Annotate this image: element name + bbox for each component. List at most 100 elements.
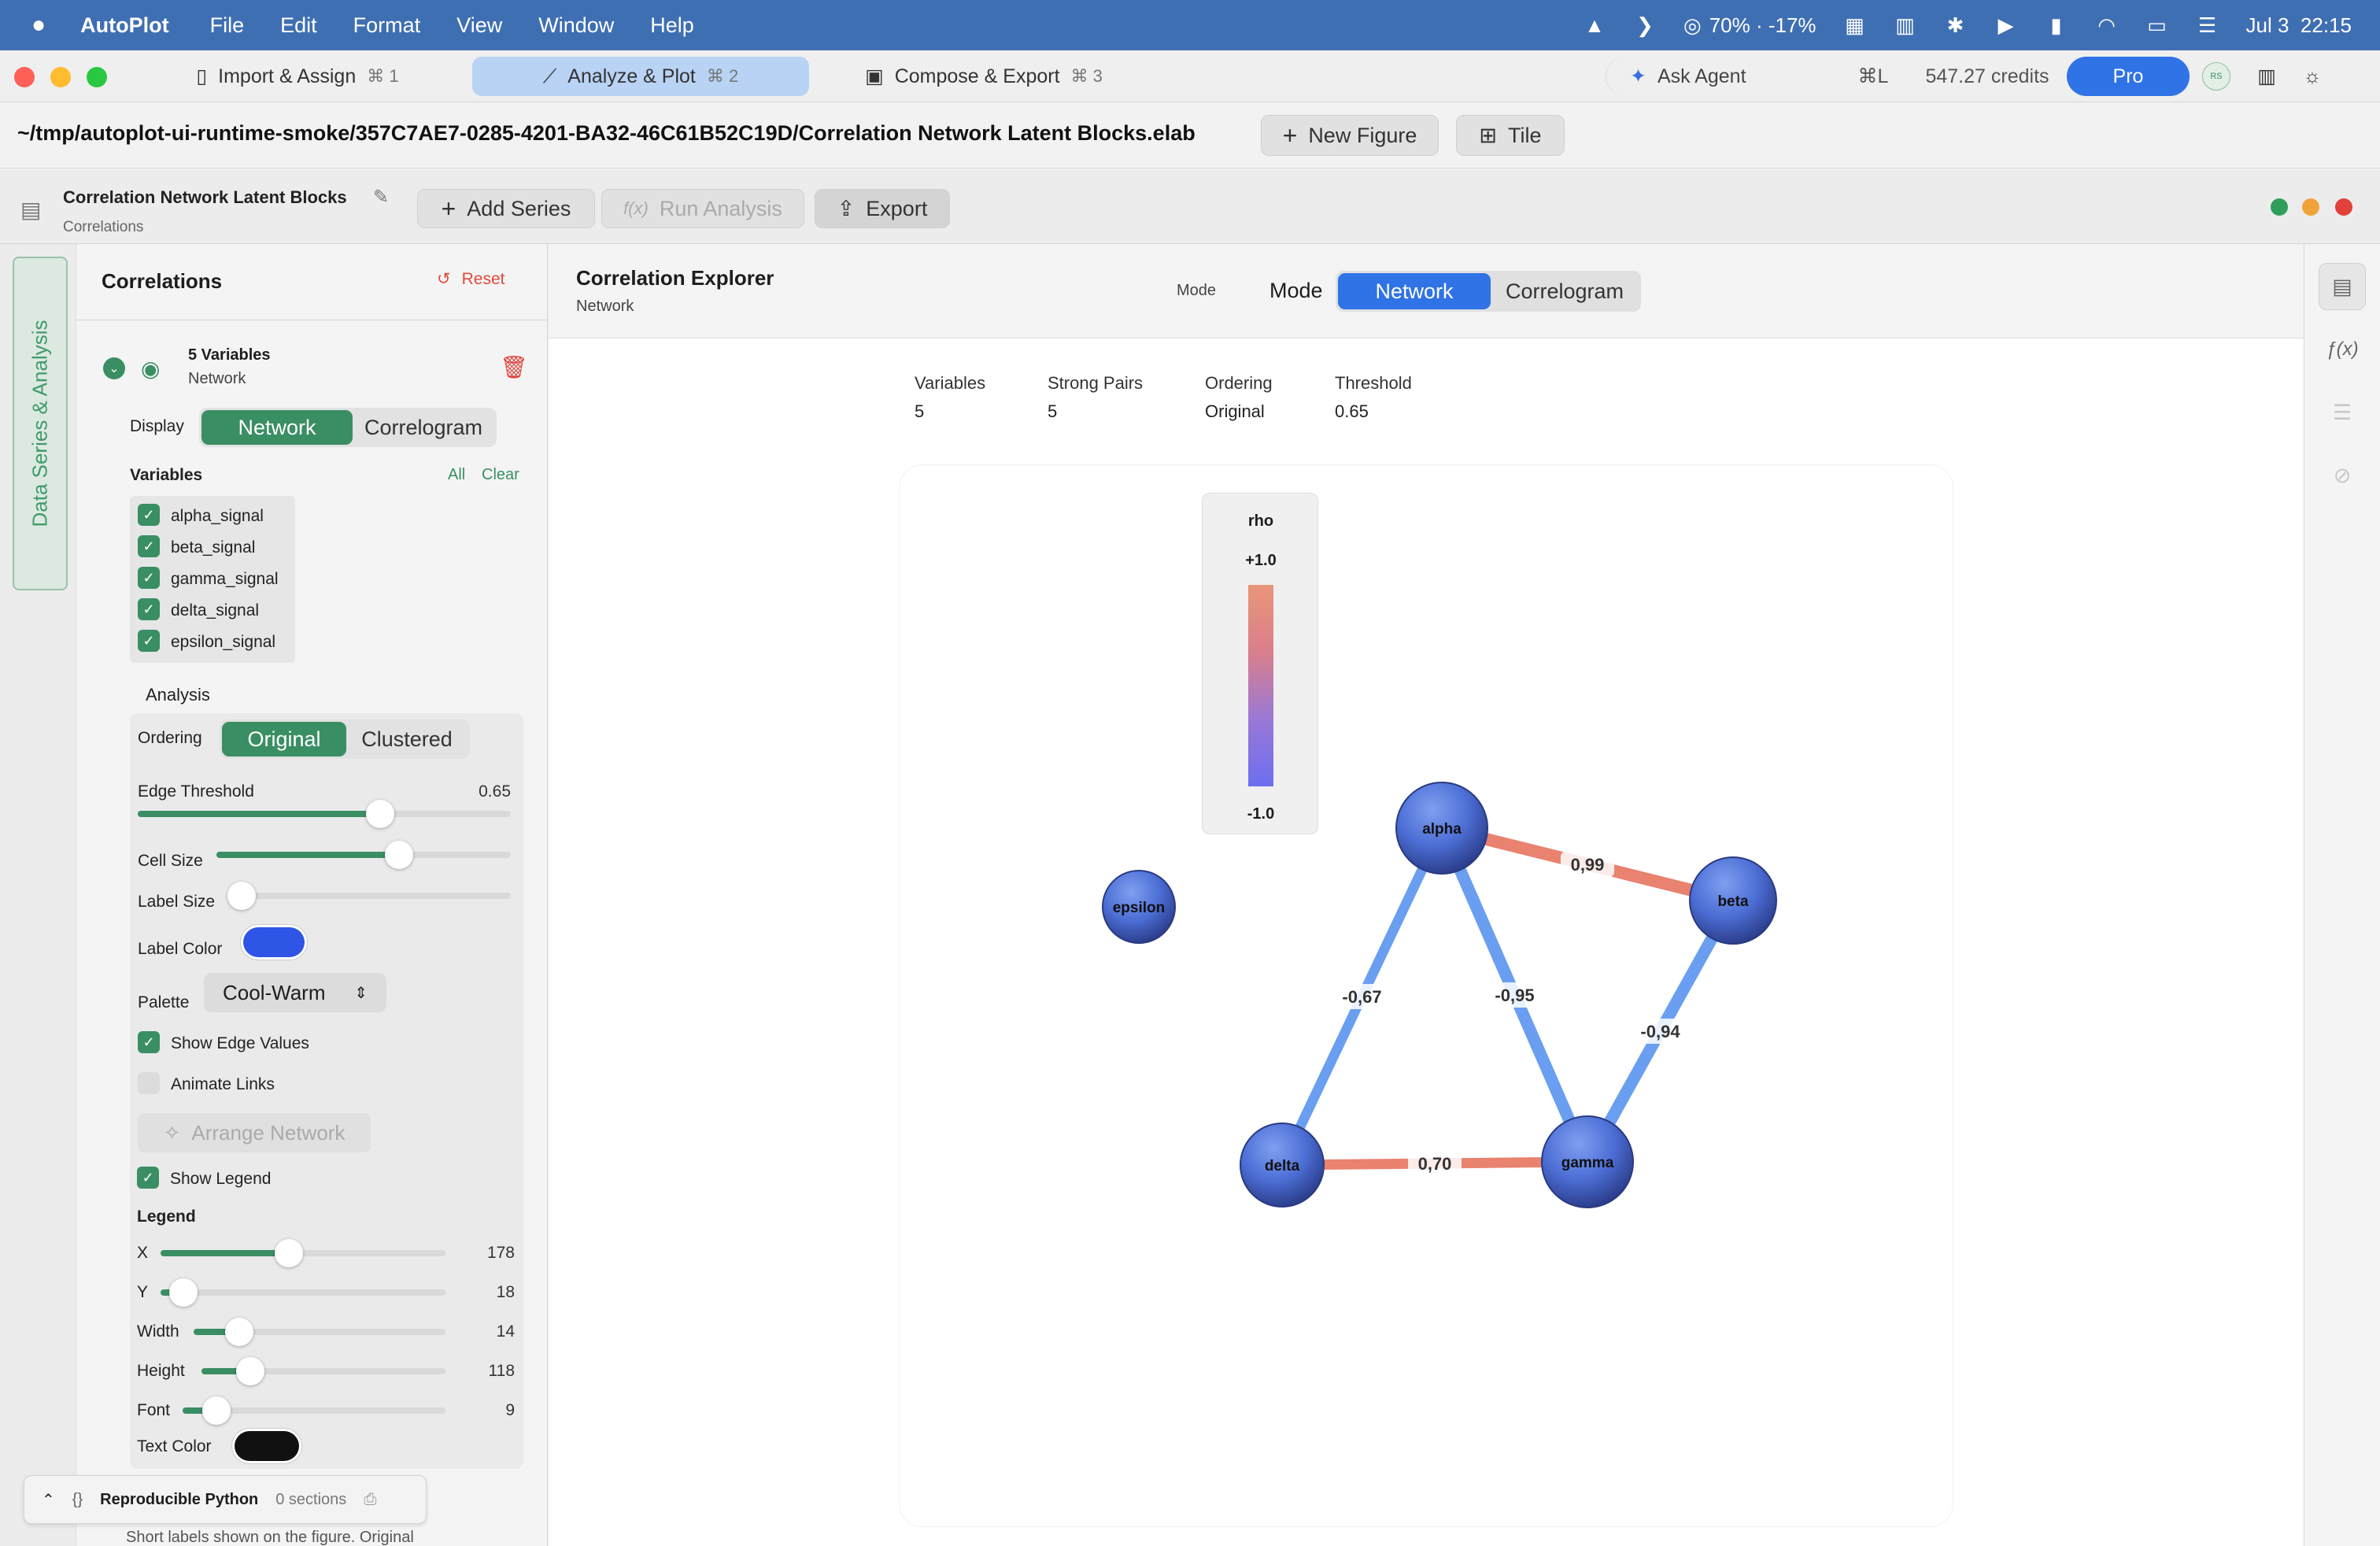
new-figure-button[interactable]: + New Figure	[1261, 115, 1439, 156]
credits-label: 547.27 credits	[1925, 65, 2049, 87]
brightness-icon[interactable]: ☼	[2298, 57, 2326, 96]
edge-threshold-slider[interactable]	[138, 800, 511, 828]
legend-param-slider[interactable]	[161, 1239, 445, 1267]
visibility-eye-icon[interactable]: ◉	[141, 356, 160, 382]
slider-knob[interactable]	[236, 1357, 264, 1385]
tab-import-assign[interactable]: ▯ Import & Assign ⌘ 1	[132, 57, 463, 96]
menu-help[interactable]: Help	[650, 13, 694, 38]
label-color-swatch	[243, 927, 305, 957]
display-network-option[interactable]: Network	[201, 410, 353, 445]
battery-stats[interactable]: ◎ 70% · -17%	[1683, 13, 1816, 38]
trash-icon[interactable]: 🗑	[500, 354, 528, 380]
text-color-well[interactable]	[231, 1428, 302, 1464]
legend-param-slider[interactable]	[161, 1278, 445, 1307]
menu-window[interactable]: Window	[538, 13, 614, 38]
select-all-button[interactable]: All	[448, 466, 465, 484]
edge-threshold-label: Edge Threshold	[138, 782, 254, 801]
show-legend-label: Show Legend	[170, 1170, 272, 1188]
tab-bar: ▯ Import & Assign ⌘ 1 ⟋ Analyze & Plot ⌘…	[0, 50, 2380, 102]
clear-button[interactable]: Clear	[482, 466, 519, 484]
slider-knob[interactable]	[366, 800, 395, 828]
slider-knob[interactable]	[227, 882, 256, 910]
show-edge-values-checkbox[interactable]: ✓	[138, 1031, 160, 1053]
table-view-icon[interactable]: ▤	[2319, 263, 2366, 310]
sliders-icon[interactable]: ☰	[2319, 389, 2366, 436]
lock-icon[interactable]: ⎙	[364, 1491, 376, 1509]
display-correlogram-option[interactable]: Correlogram	[353, 410, 494, 445]
yellow-dot-button[interactable]	[2302, 198, 2319, 216]
variable-checkbox[interactable]: ✓	[138, 535, 160, 557]
function-icon: f(x)	[623, 198, 649, 218]
variable-label: epsilon_signal	[171, 633, 276, 651]
function-icon[interactable]: ƒ(x)	[2319, 326, 2366, 373]
slider-fill	[138, 811, 381, 817]
plus-icon: +	[441, 194, 456, 223]
cursor-status-icon[interactable]: ▲	[1583, 13, 1606, 37]
control-center-icon[interactable]: ☰	[2196, 13, 2219, 37]
updown-chevron-icon: ⇕	[354, 984, 368, 1002]
slider-knob[interactable]	[274, 1239, 303, 1267]
document-title[interactable]: Correlation Network Latent Blocks	[63, 187, 347, 208]
green-dot-button[interactable]	[2271, 198, 2288, 216]
legend-param-slider[interactable]	[183, 1396, 445, 1425]
show-legend-checkbox[interactable]: ✓	[137, 1167, 159, 1189]
slider-fill	[216, 852, 399, 858]
play-icon[interactable]: ▶	[1994, 13, 2018, 37]
minimize-window-button[interactable]	[50, 67, 71, 87]
disabled-icon[interactable]: ⊘	[2319, 452, 2366, 499]
series-expand-icon[interactable]: ⌄	[103, 357, 125, 379]
export-button[interactable]: ⇪ Export	[815, 189, 950, 228]
add-series-button[interactable]: + Add Series	[417, 189, 595, 228]
tab-analyze-plot[interactable]: ⟋ Analyze & Plot ⌘ 2	[472, 57, 809, 96]
right-rail: ▤ ƒ(x) ☰ ⊘	[2304, 244, 2380, 1546]
pro-button[interactable]: Pro	[2067, 57, 2190, 96]
tab-compose-export[interactable]: ▣ Compose & Export ⌘ 3	[819, 57, 1149, 96]
keyboard-icon[interactable]: ▦	[1843, 13, 1867, 37]
menu-view[interactable]: View	[456, 13, 502, 38]
slider-knob[interactable]	[168, 1278, 198, 1307]
slider-knob[interactable]	[224, 1318, 253, 1346]
run-analysis-button[interactable]: f(x) Run Analysis	[601, 189, 804, 228]
ordering-original-option[interactable]: Original	[222, 722, 346, 756]
variable-checkbox[interactable]: ✓	[138, 504, 160, 526]
apple-icon[interactable]: ●	[31, 12, 46, 39]
tile-button[interactable]: ⊞ Tile	[1456, 115, 1565, 156]
animate-links-checkbox[interactable]	[138, 1072, 160, 1094]
menu-file[interactable]: File	[210, 13, 245, 38]
clock[interactable]: Jul 3 22:15	[2246, 13, 2352, 38]
menu-format[interactable]: Format	[353, 13, 421, 38]
memory-icon[interactable]: ▥	[1894, 13, 1917, 37]
chevron-status-icon[interactable]: ❯	[1633, 13, 1657, 37]
id-icon[interactable]: ▮	[2045, 13, 2068, 37]
wifi-icon[interactable]: ◠	[2095, 13, 2119, 37]
variable-checkbox[interactable]: ✓	[138, 598, 160, 620]
variable-checkbox[interactable]: ✓	[138, 567, 160, 589]
book-icon[interactable]: ▥	[2252, 57, 2281, 96]
palette-select[interactable]: Cool-Warm ⇕	[204, 973, 386, 1012]
reset-button[interactable]: ↺ Reset	[437, 269, 504, 289]
app-menu[interactable]: AutoPlot	[80, 13, 168, 38]
menu-edit[interactable]: Edit	[280, 13, 317, 38]
table-icon[interactable]: ▤	[20, 197, 41, 223]
edit-title-icon[interactable]: ✎	[373, 186, 389, 209]
close-window-button[interactable]	[14, 67, 35, 87]
cell-size-slider[interactable]	[216, 841, 511, 869]
chevron-up-icon[interactable]: ⌃	[42, 1490, 55, 1510]
variable-checkbox[interactable]: ✓	[138, 630, 160, 652]
legend-param-slider[interactable]	[194, 1318, 445, 1346]
bluetooth-icon[interactable]: ✱	[1944, 13, 1968, 37]
zoom-window-button[interactable]	[87, 67, 107, 87]
legend-param-slider[interactable]	[201, 1357, 445, 1385]
red-dot-button[interactable]	[2335, 198, 2352, 216]
label-size-slider[interactable]	[227, 882, 511, 910]
slider-knob[interactable]	[384, 841, 413, 869]
ordering-clustered-option[interactable]: Clustered	[346, 722, 468, 756]
battery-icon[interactable]: ▭	[2145, 13, 2169, 37]
data-series-analysis-tab[interactable]: Data Series & Analysis	[13, 257, 68, 590]
avatar[interactable]: RS	[2202, 62, 2230, 91]
arrange-network-button[interactable]: ✧ Arrange Network	[138, 1113, 371, 1152]
path-bar: ~/tmp/autoplot-ui-runtime-smoke/357C7AE7…	[0, 102, 2380, 168]
label-color-well[interactable]	[240, 924, 308, 960]
ask-agent-button[interactable]: ✦ Ask Agent	[1606, 57, 1842, 96]
reproducible-python-bar[interactable]: ⌃ {} Reproducible Python 0 sections ⎙	[24, 1475, 427, 1524]
